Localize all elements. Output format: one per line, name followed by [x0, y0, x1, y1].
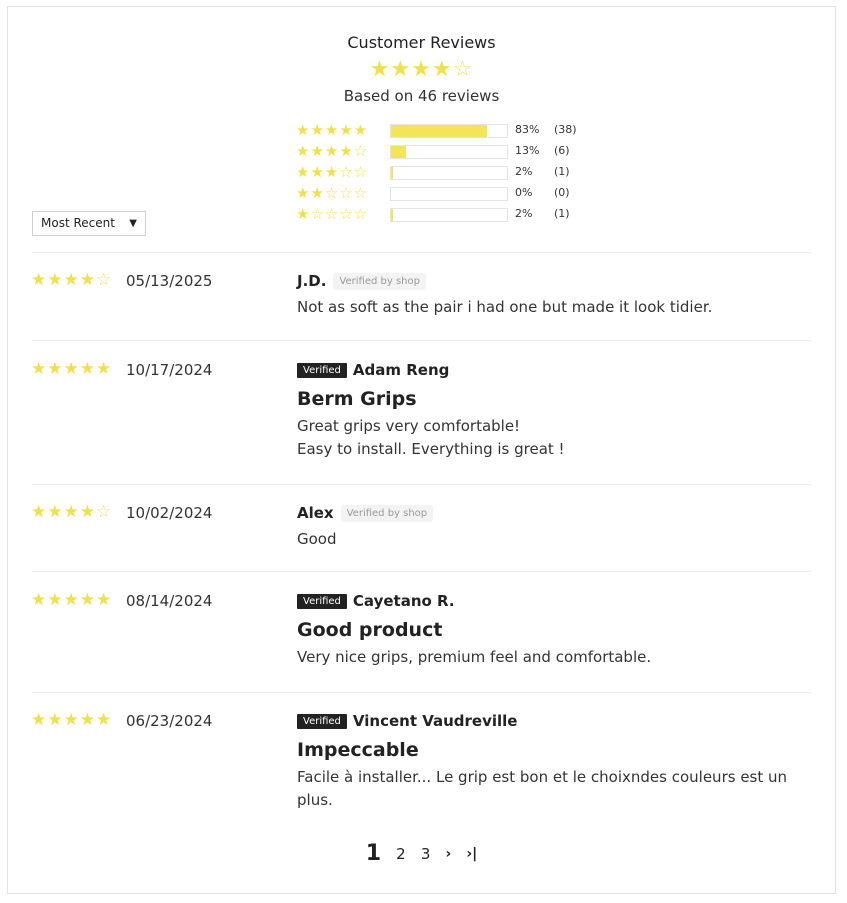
last-page-icon[interactable]: ›|: [466, 846, 477, 862]
histogram-stars: ★★☆☆☆: [296, 184, 369, 202]
review-stars: ★★★★★: [31, 590, 113, 610]
reviews-title: Customer Reviews: [347, 33, 496, 52]
review-date: 06/23/2024: [126, 712, 213, 730]
sort-dropdown[interactable]: Most Recent ▼: [32, 211, 146, 236]
histogram-count: (0): [554, 186, 570, 199]
histogram-bar-fill: [391, 125, 488, 137]
review-title: Berm Grips: [297, 388, 417, 410]
review-body: J.D. Verified by shop Not as soft as the…: [297, 270, 817, 319]
review-author-line: Verified Cayetano R.: [297, 590, 817, 612]
histogram-percent: 0%: [515, 186, 533, 199]
histogram-percent: 2%: [515, 207, 533, 220]
review-stars: ★★★★★: [31, 359, 113, 379]
review-stars: ★★★★☆: [31, 270, 113, 290]
review-body: Verified Cayetano R. Good product Very n…: [297, 590, 817, 669]
review-author-line: J.D. Verified by shop: [297, 270, 817, 292]
verified-badge: Verified: [297, 713, 347, 729]
divider: [32, 484, 812, 485]
verified-by-shop-badge: Verified by shop: [333, 272, 426, 290]
page-link-3[interactable]: 3: [421, 845, 431, 863]
review-date: 08/14/2024: [126, 592, 213, 610]
verified-badge: Verified: [297, 362, 347, 378]
review-stars: ★★★★☆: [31, 502, 113, 522]
histogram-stars: ★★★☆☆: [296, 163, 369, 181]
review-text: Not as soft as the pair i had one but ma…: [297, 298, 713, 316]
histogram-bar: [390, 208, 508, 222]
reviews-summary: Customer Reviews ★★★★☆ Based on 46 revie…: [8, 7, 835, 257]
based-on-count: Based on 46 reviews: [343, 87, 500, 105]
review-body: Verified Adam Reng Berm Grips Great grip…: [297, 359, 817, 461]
verified-by-shop-badge: Verified by shop: [340, 504, 434, 522]
histogram-stars: ★☆☆☆☆: [296, 205, 369, 223]
histogram-percent: 13%: [515, 144, 540, 157]
review-author: J.D.: [297, 272, 327, 290]
review-date: 10/02/2024: [126, 504, 213, 522]
sort-label: Most Recent: [41, 216, 115, 230]
review-body: Verified Vincent Vaudreville Impeccable …: [297, 710, 817, 812]
chevron-right-icon[interactable]: ›: [445, 846, 451, 862]
review-author: Adam Reng: [352, 361, 450, 379]
page-link-2[interactable]: 2: [396, 845, 406, 863]
histogram-stars: ★★★★☆: [296, 142, 369, 160]
histogram-bar-fill: [391, 167, 394, 179]
page-current[interactable]: 1: [366, 841, 381, 866]
histogram-bar: [390, 187, 508, 201]
review-author: Vincent Vaudreville: [352, 712, 518, 730]
pagination: 1 2 3 › ›|: [8, 841, 835, 871]
review-date: 10/17/2024: [126, 361, 213, 379]
divider: [32, 340, 812, 341]
review-title: Good product: [297, 619, 443, 641]
review-text: Very nice grips, premium feel and comfor…: [297, 648, 652, 666]
review-author: Cayetano R.: [352, 592, 455, 610]
verified-badge: Verified: [297, 593, 347, 609]
review-text: Good: [297, 530, 337, 548]
histogram-bar-fill: [391, 209, 394, 221]
review-author: Alex: [297, 504, 334, 522]
review-date: 05/13/2025: [126, 272, 213, 290]
histogram-bar: [390, 124, 508, 138]
divider: [32, 692, 812, 693]
histogram-count: (1): [554, 165, 570, 178]
review-author-line: Alex Verified by shop: [297, 502, 817, 524]
histogram-count: (1): [554, 207, 570, 220]
average-rating-stars: ★★★★☆: [369, 57, 474, 82]
review-title: Impeccable: [297, 739, 419, 761]
histogram-bar-fill: [391, 146, 407, 158]
review-author-line: Verified Vincent Vaudreville: [297, 710, 817, 732]
review-text: Facile à installer... Le grip est bon et…: [297, 768, 788, 809]
reviews-widget: Customer Reviews ★★★★☆ Based on 46 revie…: [7, 6, 836, 894]
histogram-count: (38): [554, 123, 577, 136]
histogram-stars: ★★★★★: [296, 121, 369, 139]
review-stars: ★★★★★: [31, 710, 113, 730]
histogram-percent: 83%: [515, 123, 540, 136]
review-author-line: Verified Adam Reng: [297, 359, 817, 381]
histogram-bar: [390, 145, 508, 159]
histogram-count: (6): [554, 144, 570, 157]
review-text: Great grips very comfortable! Easy to in…: [297, 417, 565, 458]
divider: [32, 252, 812, 253]
divider: [32, 571, 812, 572]
review-body: Alex Verified by shop Good: [297, 502, 817, 551]
caret-down-icon: ▼: [129, 218, 137, 229]
histogram-bar: [390, 166, 508, 180]
histogram-percent: 2%: [515, 165, 533, 178]
